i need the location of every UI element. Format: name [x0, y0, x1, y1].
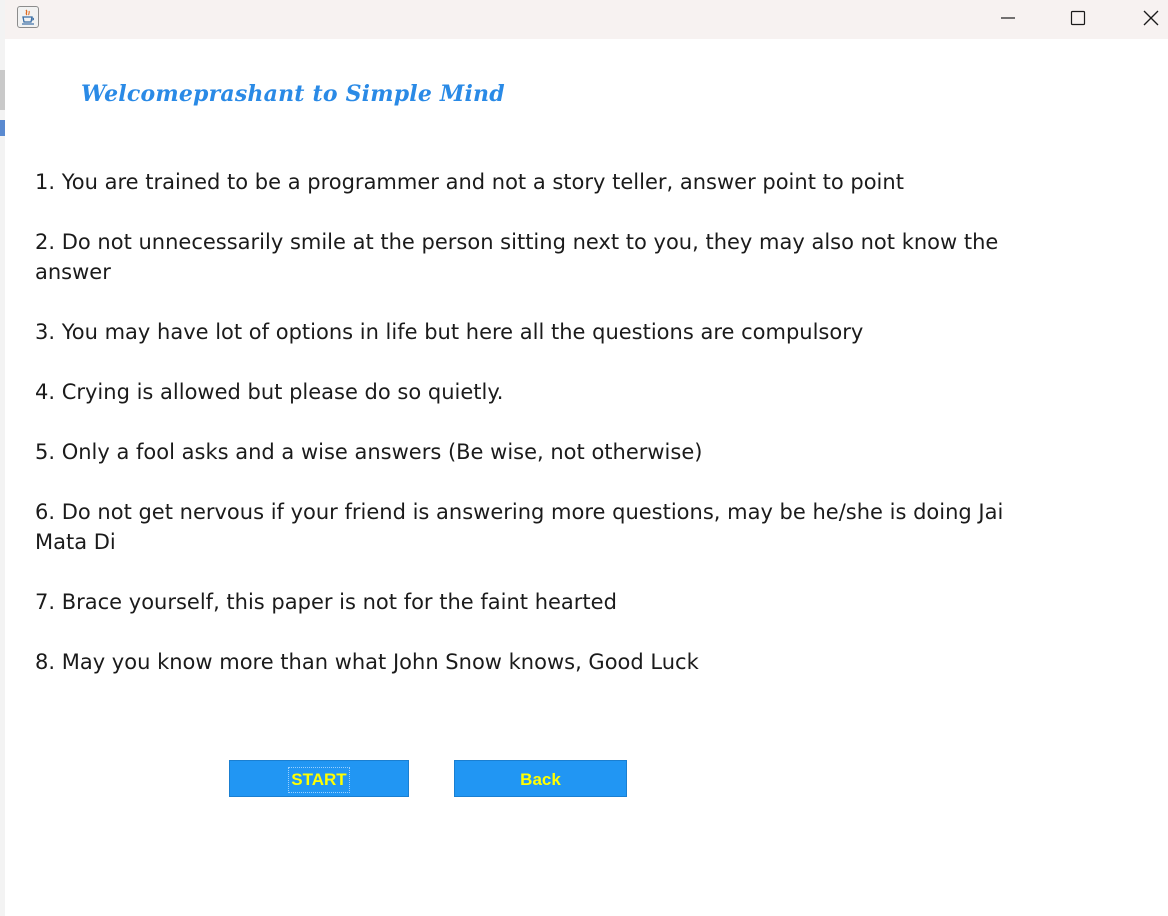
close-icon: [1143, 10, 1159, 26]
rules-list: 1. You are trained to be a programmer an…: [35, 167, 1045, 707]
back-button-label: Back: [520, 770, 561, 789]
back-button[interactable]: Back: [454, 760, 627, 797]
java-icon[interactable]: [17, 6, 39, 28]
rule-item: 1. You are trained to be a programmer an…: [35, 170, 904, 194]
minimize-button[interactable]: [973, 0, 1043, 36]
rule-item: 6. Do not get nervous if your friend is …: [35, 500, 1004, 554]
rule-item: 7. Brace yourself, this paper is not for…: [35, 590, 617, 614]
start-button[interactable]: START: [229, 760, 409, 797]
title-bar: [5, 0, 1168, 39]
rule-item: 5. Only a fool asks and a wise answers (…: [35, 440, 703, 464]
instructions-panel: Welcomeprashant to Simple Mind 1. You ar…: [5, 39, 1168, 916]
maximize-button[interactable]: [1043, 0, 1113, 36]
rule-item: 2. Do not unnecessarily smile at the per…: [35, 230, 999, 284]
close-button[interactable]: [1113, 0, 1168, 36]
rule-item: 3. You may have lot of options in life b…: [35, 320, 864, 344]
rule-item: 4. Crying is allowed but please do so qu…: [35, 380, 504, 404]
minimize-icon: [1001, 17, 1015, 19]
maximize-icon: [1070, 10, 1086, 26]
rule-item: 8. May you know more than what John Snow…: [35, 650, 699, 674]
welcome-heading: Welcomeprashant to Simple Mind: [81, 81, 505, 107]
application-window: Welcomeprashant to Simple Mind 1. You ar…: [0, 0, 1168, 916]
start-button-label: START: [288, 767, 350, 793]
